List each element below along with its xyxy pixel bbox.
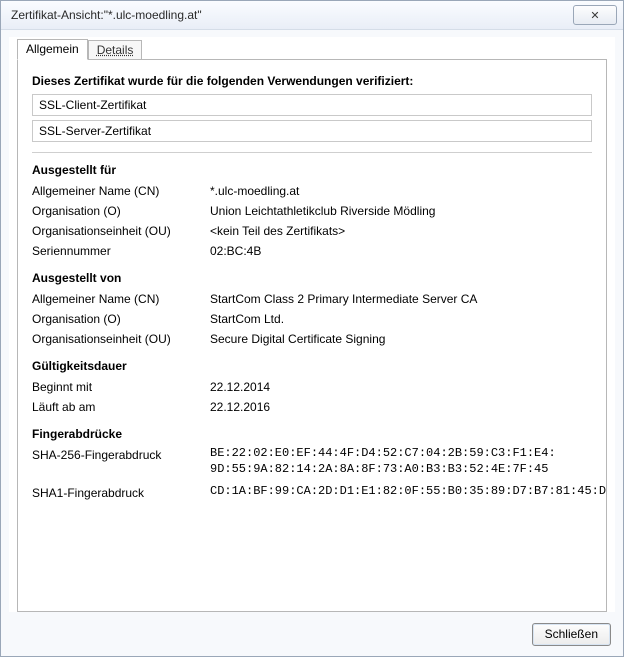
issued-by-cn-label: Allgemeiner Name (CN) [32, 289, 210, 309]
validity-title: Gültigkeitsdauer [32, 359, 592, 373]
tab-panel-general: Dieses Zertifikat wurde für die folgende… [17, 59, 607, 612]
dialog-footer: Schließen [532, 623, 611, 646]
usage-ssl-client: SSL-Client-Zertifikat [32, 94, 592, 116]
validity-begins-label: Beginnt mit [32, 377, 210, 397]
issued-by-ou-label: Organisationseinheit (OU) [32, 329, 210, 349]
validity-expires-value: 22.12.2016 [210, 397, 592, 417]
issued-to-title: Ausgestellt für [32, 163, 592, 177]
close-button[interactable]: Schließen [532, 623, 611, 646]
issued-by-ou-row: Organisationseinheit (OU) Secure Digital… [32, 329, 592, 349]
issued-to-o-value: Union Leichtathletikclub Riverside Mödli… [210, 201, 592, 221]
validity-begins-value: 22.12.2014 [210, 377, 592, 397]
usage-ssl-server-label: SSL-Server-Zertifikat [39, 124, 151, 138]
issued-to-cn-row: Allgemeiner Name (CN) *.ulc-moedling.at [32, 181, 592, 201]
close-button-label: Schließen [545, 627, 598, 641]
issued-to-serial-value: 02:BC:4B [210, 241, 592, 261]
issued-by-title: Ausgestellt von [32, 271, 592, 285]
window-title: Zertifikat-Ansicht:"*.ulc-moedling.at" [11, 8, 202, 22]
sha256-row: SHA-256-Fingerabdruck BE:22:02:E0:EF:44:… [32, 445, 592, 477]
sha1-value: CD:1A:BF:99:CA:2D:D1:E1:82:0F:55:B0:35:8… [210, 483, 607, 499]
client-area: Allgemein Details Dieses Zertifikat wurd… [9, 37, 615, 612]
validity-begins-row: Beginnt mit 22.12.2014 [32, 377, 592, 397]
validity-expires-label: Läuft ab am [32, 397, 210, 417]
issued-by-cn-row: Allgemeiner Name (CN) StartCom Class 2 P… [32, 289, 592, 309]
close-icon: ✕ [590, 9, 599, 22]
usage-ssl-server: SSL-Server-Zertifikat [32, 120, 592, 142]
fingerprints-title: Fingerabdrücke [32, 427, 592, 441]
usage-ssl-client-label: SSL-Client-Zertifikat [39, 98, 146, 112]
tab-details[interactable]: Details [88, 40, 143, 60]
sha1-label: SHA1-Fingerabdruck [32, 483, 210, 503]
separator [32, 152, 592, 153]
issued-to-ou-value: <kein Teil des Zertifikats> [210, 221, 592, 241]
verified-heading: Dieses Zertifikat wurde für die folgende… [32, 74, 592, 88]
dialog-window: Zertifikat-Ansicht:"*.ulc-moedling.at" ✕… [0, 0, 624, 657]
issued-to-cn-label: Allgemeiner Name (CN) [32, 181, 210, 201]
issued-by-o-value: StartCom Ltd. [210, 309, 592, 329]
issued-to-ou-row: Organisationseinheit (OU) <kein Teil des… [32, 221, 592, 241]
issued-to-cn-value: *.ulc-moedling.at [210, 181, 592, 201]
issued-by-o-label: Organisation (O) [32, 309, 210, 329]
sha1-row: SHA1-Fingerabdruck CD:1A:BF:99:CA:2D:D1:… [32, 483, 592, 503]
issued-to-o-row: Organisation (O) Union Leichtathletikclu… [32, 201, 592, 221]
window-close-button[interactable]: ✕ [573, 5, 617, 25]
titlebar: Zertifikat-Ansicht:"*.ulc-moedling.at" ✕ [1, 1, 623, 30]
sha256-value: BE:22:02:E0:EF:44:4F:D4:52:C7:04:2B:59:C… [210, 445, 592, 477]
issued-by-cn-value: StartCom Class 2 Primary Intermediate Se… [210, 289, 592, 309]
tab-general-label: Allgemein [26, 42, 79, 56]
validity-expires-row: Läuft ab am 22.12.2016 [32, 397, 592, 417]
tab-details-label: Details [97, 43, 134, 57]
issued-to-serial-label: Seriennummer [32, 241, 210, 261]
sha256-label: SHA-256-Fingerabdruck [32, 445, 210, 465]
tab-strip: Allgemein Details [9, 37, 615, 59]
issued-to-o-label: Organisation (O) [32, 201, 210, 221]
issued-by-o-row: Organisation (O) StartCom Ltd. [32, 309, 592, 329]
issued-by-ou-value: Secure Digital Certificate Signing [210, 329, 592, 349]
issued-to-ou-label: Organisationseinheit (OU) [32, 221, 210, 241]
issued-to-serial-row: Seriennummer 02:BC:4B [32, 241, 592, 261]
tab-general[interactable]: Allgemein [17, 39, 88, 60]
